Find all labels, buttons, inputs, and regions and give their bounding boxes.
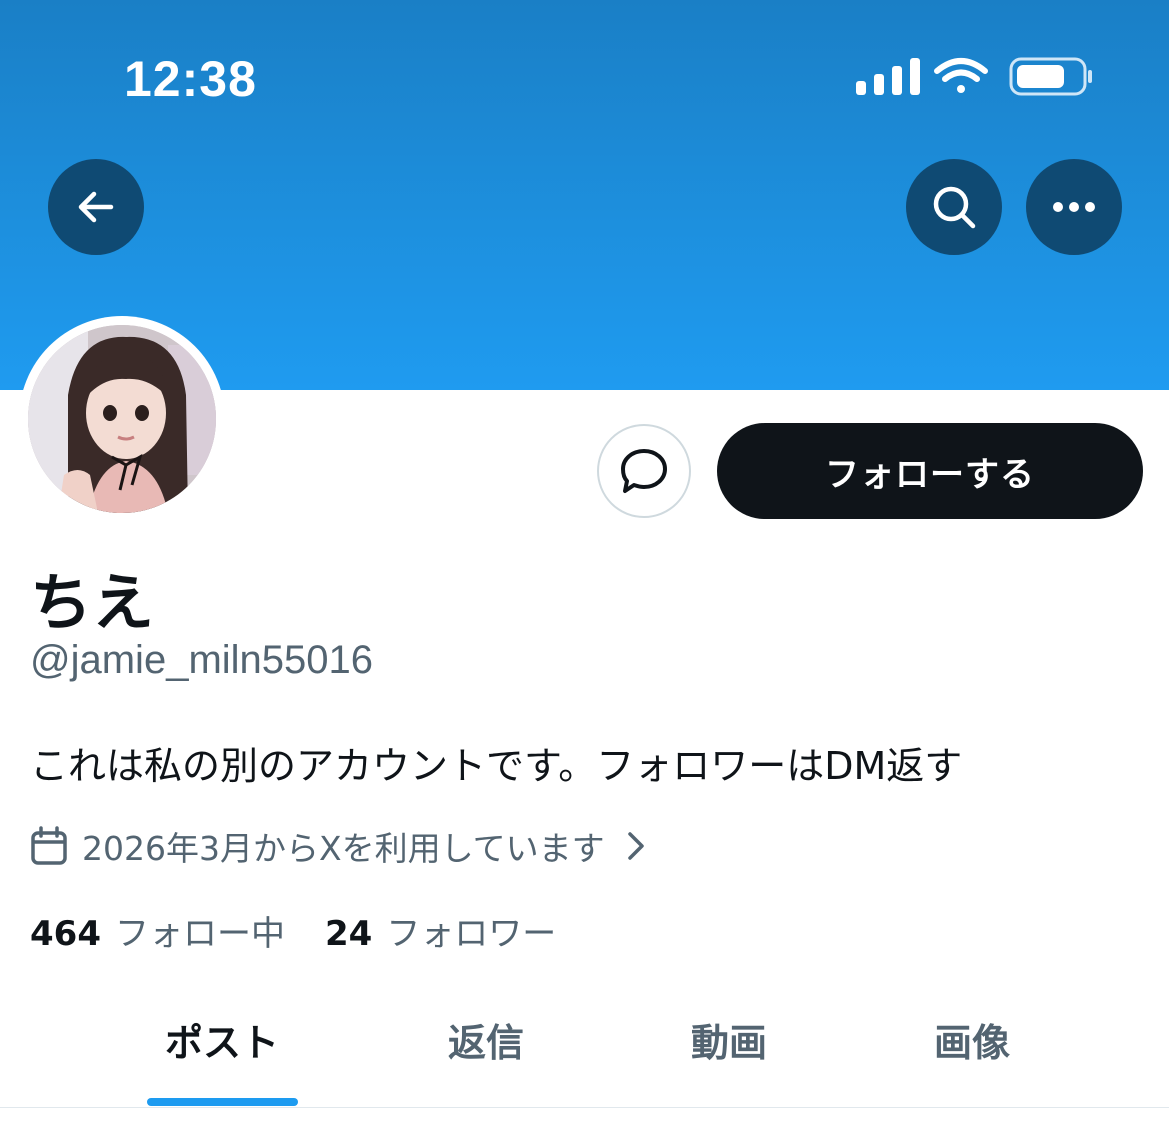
profile-bio: これは私の別のアカウントです。フォロワーはDM返す	[30, 744, 963, 788]
tab-replies[interactable]: 返信	[448, 1012, 524, 1067]
message-button[interactable]	[597, 424, 691, 518]
battery-icon	[1009, 57, 1092, 96]
status-icons	[854, 55, 1094, 99]
more-button[interactable]	[1026, 159, 1122, 255]
more-horizontal-icon	[1053, 202, 1095, 212]
chevron-right-icon	[627, 832, 644, 860]
cellular-signal-icon	[856, 58, 920, 95]
back-button[interactable]	[48, 159, 144, 255]
followers-link[interactable]: 24 フォロワー	[325, 906, 556, 955]
follow-button[interactable]: フォローする	[717, 423, 1143, 519]
follow-stats: 464 フォロー中 24 フォロワー	[30, 906, 556, 955]
followers-label: フォロワー	[386, 914, 557, 954]
avatar-image	[28, 325, 216, 513]
status-time: 12:38	[124, 51, 257, 107]
user-handle: @jamie_miln55016	[30, 638, 374, 682]
display-name: ちえ	[30, 566, 155, 639]
joined-date-text: 2026年3月からXを利用しています	[82, 829, 605, 868]
following-count: 464	[30, 914, 101, 954]
avatar[interactable]	[28, 325, 216, 513]
tab-divider	[0, 1107, 1169, 1108]
search-icon	[933, 186, 976, 229]
arrow-left-icon	[78, 191, 114, 223]
avatar-frame[interactable]	[19, 316, 225, 522]
wifi-icon	[934, 58, 988, 93]
tab-posts[interactable]: ポスト	[165, 1012, 279, 1067]
following-link[interactable]: 464 フォロー中	[30, 906, 285, 955]
message-bubble-icon	[621, 449, 667, 493]
following-label: フォロー中	[114, 914, 285, 954]
profile-tabs: ポスト 返信 動画 画像	[0, 990, 1169, 1108]
search-button[interactable]	[906, 159, 1002, 255]
tab-images[interactable]: 画像	[934, 1012, 1010, 1067]
followers-count: 24	[324, 914, 373, 954]
joined-date[interactable]: 2026年3月からXを利用しています	[30, 822, 647, 870]
tab-videos[interactable]: 動画	[691, 1012, 767, 1067]
active-tab-indicator	[147, 1098, 298, 1106]
calendar-icon	[31, 826, 67, 865]
